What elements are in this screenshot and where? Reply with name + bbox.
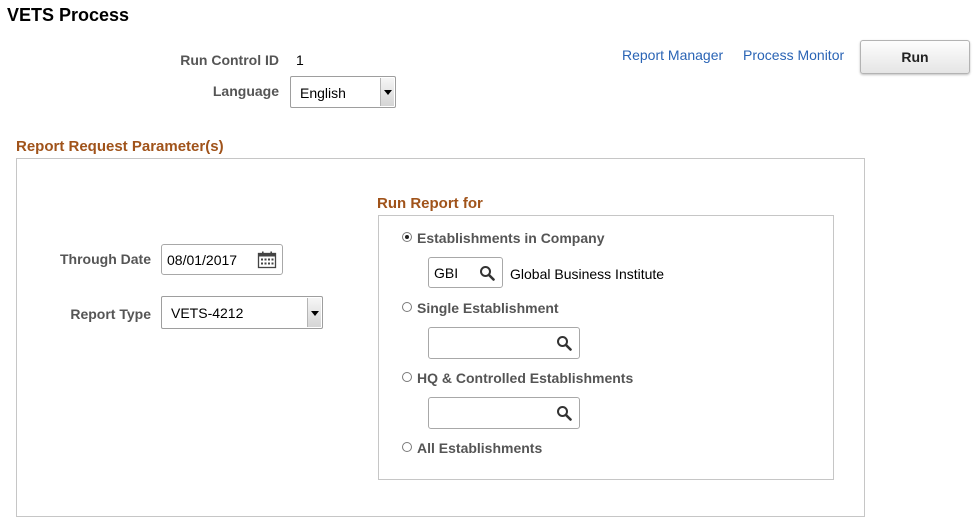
- radio-hq-controlled-establishments[interactable]: [402, 372, 412, 382]
- report-manager-link[interactable]: Report Manager: [622, 47, 723, 63]
- chevron-down-icon[interactable]: [380, 78, 394, 106]
- report-type-selected-value: VETS-4212: [171, 305, 244, 321]
- company-code-value: GBI: [434, 265, 459, 281]
- chevron-down-icon[interactable]: [307, 298, 321, 327]
- run-control-id-value: 1: [296, 52, 304, 68]
- search-icon[interactable]: [556, 405, 572, 421]
- through-date-input[interactable]: 08/01/2017: [161, 244, 283, 275]
- page-title: VETS Process: [7, 5, 130, 25]
- run-button[interactable]: Run: [860, 40, 970, 74]
- run-control-id-label: Run Control ID: [180, 52, 279, 68]
- report-type-select[interactable]: VETS-4212: [161, 296, 323, 329]
- process-monitor-link[interactable]: Process Monitor: [743, 47, 844, 63]
- hq-establishment-input[interactable]: [428, 397, 580, 429]
- language-selected-value: English: [300, 85, 346, 101]
- run-report-for-title: Run Report for: [377, 195, 483, 212]
- through-date-label: Through Date: [60, 251, 151, 267]
- search-icon[interactable]: [479, 265, 495, 281]
- language-label: Language: [212, 83, 279, 99]
- radio-label-single-establishment[interactable]: Single Establishment: [417, 300, 559, 316]
- company-description: Global Business Institute: [510, 266, 665, 282]
- calendar-icon[interactable]: [257, 251, 277, 269]
- radio-single-establishment[interactable]: [402, 302, 412, 312]
- language-select[interactable]: English: [290, 76, 396, 108]
- radio-label-hq-controlled-establishments[interactable]: HQ & Controlled Establishments: [417, 370, 633, 386]
- search-icon[interactable]: [556, 335, 572, 351]
- radio-all-establishments[interactable]: [402, 442, 412, 452]
- company-input[interactable]: GBI: [428, 257, 503, 288]
- radio-label-establishments-in-company[interactable]: Establishments in Company: [417, 230, 604, 246]
- radio-establishments-in-company[interactable]: [402, 232, 412, 242]
- report-type-label: Report Type: [70, 306, 151, 322]
- radio-label-all-establishments[interactable]: All Establishments: [417, 440, 542, 456]
- single-establishment-input[interactable]: [428, 327, 580, 359]
- parameters-section-title: Report Request Parameter(s): [16, 138, 224, 155]
- through-date-value: 08/01/2017: [167, 252, 238, 268]
